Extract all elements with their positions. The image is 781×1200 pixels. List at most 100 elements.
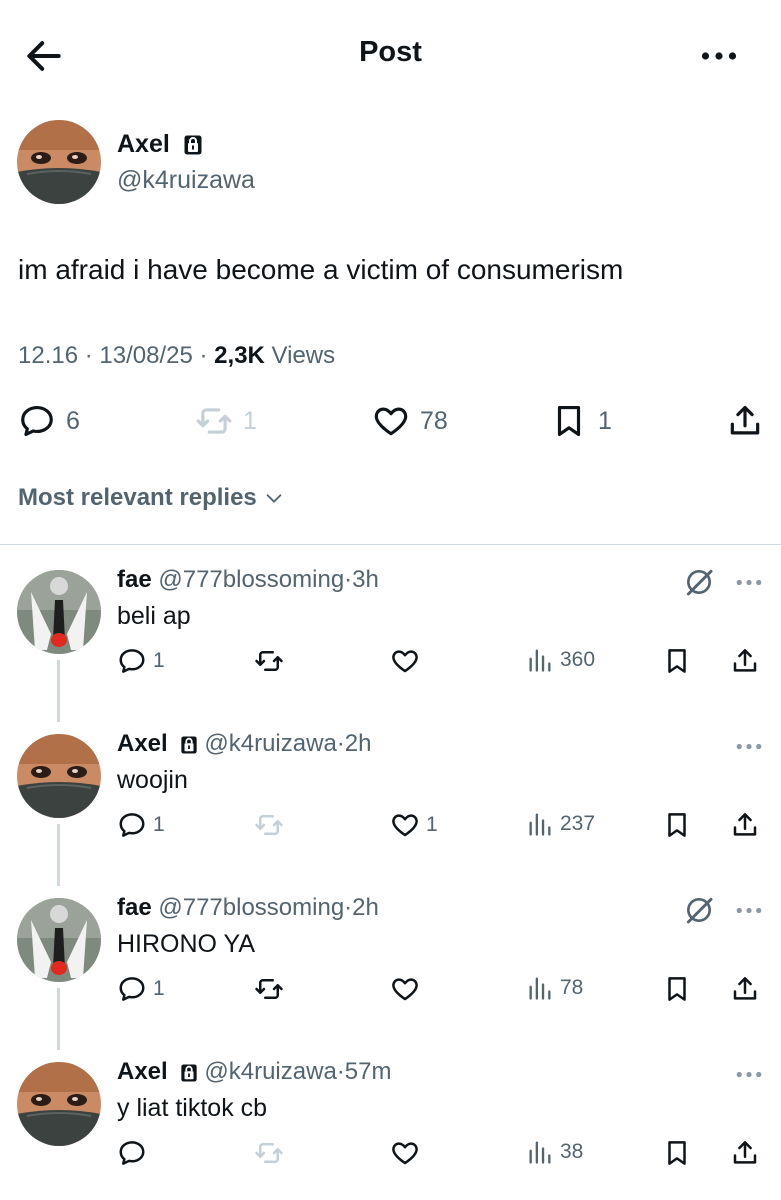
post-time[interactable]: 12.16 (18, 342, 78, 369)
avatar[interactable] (17, 570, 101, 654)
bookmark-icon (662, 810, 692, 840)
repost-icon (195, 402, 233, 440)
more-icon[interactable] (700, 36, 744, 90)
views-button[interactable]: 237 (526, 810, 595, 838)
views-label: Views (271, 342, 336, 369)
lock-icon (180, 735, 198, 755)
share-icon (726, 402, 764, 440)
bookmark-button[interactable] (662, 1138, 692, 1168)
grok-icon[interactable] (683, 566, 715, 598)
reply-author-name[interactable]: fae (117, 894, 152, 921)
page-title: Post (359, 36, 422, 68)
repost-button[interactable]: 1 (195, 402, 257, 440)
sort-replies-dropdown[interactable]: Most relevant replies (18, 484, 285, 512)
avatar[interactable] (17, 1062, 101, 1146)
repost-button[interactable] (254, 646, 290, 676)
views-count: 2,3K (214, 342, 265, 369)
repost-button[interactable] (254, 810, 290, 840)
sort-label: Most relevant replies (18, 484, 257, 511)
reply-age[interactable]: 57m (345, 1058, 392, 1085)
views-count: 360 (560, 648, 596, 671)
reply-item[interactable]: fae @777blossoming·3h beli ap 1 360 (0, 566, 781, 716)
reply-author-handle[interactable]: @777blossoming (158, 566, 344, 593)
reply-button[interactable]: 1 (117, 646, 165, 676)
like-button[interactable]: 78 (372, 402, 448, 440)
reply-button[interactable]: 6 (18, 402, 80, 440)
reply-button[interactable]: 1 (117, 974, 165, 1004)
reply-button[interactable] (117, 1138, 153, 1168)
views-button[interactable]: 360 (526, 646, 595, 674)
reply-header: Axel @k4ruizawa·2h (117, 730, 372, 757)
author-name-row[interactable]: Axel (117, 130, 203, 159)
views-button[interactable]: 38 (526, 1138, 583, 1166)
views-button[interactable]: 78 (526, 974, 583, 1002)
reply-age[interactable]: 2h (345, 730, 372, 757)
bookmark-icon (662, 1138, 692, 1168)
divider (0, 544, 781, 545)
post-text: im afraid i have become a victim of cons… (18, 254, 624, 285)
avatar[interactable] (17, 898, 101, 982)
share-button[interactable] (730, 646, 760, 676)
post-date[interactable]: 13/08/25 (99, 342, 192, 369)
author-handle[interactable]: @k4ruizawa (117, 166, 255, 195)
reply-item[interactable]: fae @777blossoming·2h HIRONO YA 1 78 (0, 894, 781, 1044)
like-button[interactable]: 1 (390, 810, 438, 840)
reply-item[interactable]: Axel @k4ruizawa·57m y liat tiktok cb 38 (0, 1058, 781, 1200)
bookmark-count: 1 (598, 406, 612, 435)
reply-author-name[interactable]: Axel (117, 730, 168, 757)
bookmark-button[interactable] (662, 810, 692, 840)
bookmark-button[interactable]: 1 (550, 402, 612, 440)
reply-icon (18, 402, 56, 440)
like-icon (390, 646, 420, 676)
share-icon (730, 810, 760, 840)
share-button[interactable] (730, 810, 760, 840)
more-icon[interactable] (736, 742, 762, 751)
post-meta: 12.16 · 13/08/25 · 2,3K Views (18, 342, 336, 369)
like-icon (390, 810, 420, 840)
more-icon[interactable] (736, 906, 762, 915)
views-count: 38 (560, 1140, 584, 1163)
repost-button[interactable] (254, 1138, 290, 1168)
views-icon (526, 974, 554, 1002)
more-icon[interactable] (736, 1070, 762, 1079)
share-button[interactable] (730, 1138, 760, 1168)
share-icon (730, 1138, 760, 1168)
share-button[interactable] (730, 974, 760, 1004)
like-count: 78 (420, 406, 448, 435)
reply-author-name[interactable]: Axel (117, 1058, 168, 1085)
avatar[interactable] (17, 734, 101, 818)
reply-icon (117, 810, 147, 840)
reply-item[interactable]: Axel @k4ruizawa·2h woojin 1 1 237 (0, 730, 781, 880)
repost-button[interactable] (254, 974, 290, 1004)
reply-author-name[interactable]: fae (117, 566, 152, 593)
grok-icon[interactable] (683, 894, 715, 926)
like-button[interactable] (390, 1138, 426, 1168)
reply-text: woojin (117, 766, 188, 794)
lock-icon (183, 134, 203, 156)
reply-text: y liat tiktok cb (117, 1094, 268, 1122)
reply-text: HIRONO YA (117, 930, 255, 958)
reply-author-handle[interactable]: @777blossoming (158, 894, 344, 921)
more-icon[interactable] (736, 578, 762, 587)
reply-header: fae @777blossoming·3h (117, 566, 379, 593)
bookmark-button[interactable] (662, 646, 692, 676)
bookmark-button[interactable] (662, 974, 692, 1004)
repost-icon (254, 974, 284, 1004)
author-name[interactable]: Axel (117, 130, 170, 158)
reply-header: fae @777blossoming·2h (117, 894, 379, 921)
reply-age[interactable]: 3h (352, 566, 379, 593)
like-button[interactable] (390, 974, 426, 1004)
like-button[interactable] (390, 646, 426, 676)
share-icon (730, 646, 760, 676)
reply-header: Axel @k4ruizawa·57m (117, 1058, 392, 1085)
views-count: 78 (560, 976, 584, 999)
views-icon (526, 646, 554, 674)
reply-author-handle[interactable]: @k4ruizawa (204, 730, 336, 757)
avatar[interactable] (17, 120, 101, 204)
reply-author-handle[interactable]: @k4ruizawa (204, 1058, 336, 1085)
views-count: 237 (560, 812, 596, 835)
reply-button[interactable]: 1 (117, 810, 165, 840)
reply-age[interactable]: 2h (352, 894, 379, 921)
like-icon (390, 974, 420, 1004)
share-button[interactable] (726, 402, 764, 440)
